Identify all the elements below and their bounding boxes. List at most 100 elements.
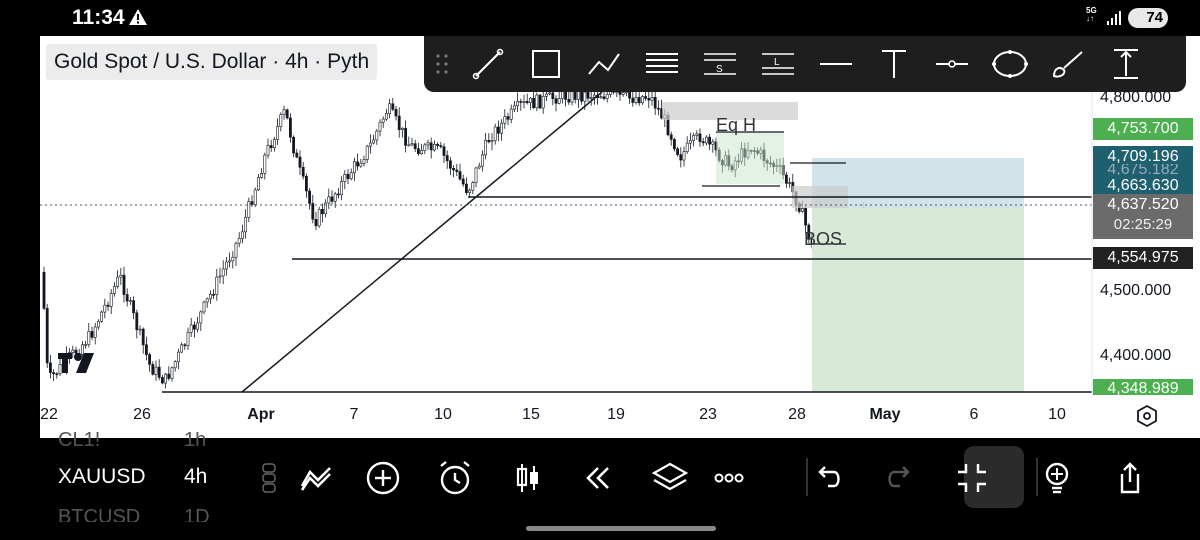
candle-body — [432, 144, 436, 151]
candle-body — [151, 364, 155, 375]
drawings-icon[interactable] — [296, 456, 340, 500]
replay-icon[interactable] — [576, 456, 620, 500]
candle-body — [471, 182, 475, 191]
status-clock: 11:34 — [72, 6, 125, 29]
bos-label: BOS — [804, 229, 842, 249]
profit-zone[interactable] — [812, 208, 1024, 392]
watchlist-handle-icon[interactable] — [262, 463, 276, 493]
candle-body — [618, 91, 622, 95]
candle-body — [333, 193, 337, 202]
price-range-icon[interactable] — [1106, 44, 1146, 84]
price-chart[interactable]: Eq H BOS — [40, 36, 1200, 438]
date-label: 23 — [699, 406, 717, 423]
candle-body — [260, 173, 264, 178]
share-icon[interactable] — [1108, 456, 1152, 500]
candle-body — [180, 344, 184, 353]
candle-body — [461, 178, 465, 185]
candle-body — [356, 161, 360, 167]
trend-line[interactable] — [241, 91, 603, 393]
alert-icon[interactable] — [433, 456, 477, 500]
drag-handle-icon[interactable] — [434, 52, 450, 76]
candle-body — [304, 175, 308, 192]
trend-line-icon[interactable] — [468, 44, 508, 84]
candle-body — [688, 140, 692, 144]
reset-scale-icon[interactable] — [1137, 404, 1157, 428]
candle-body — [135, 312, 139, 331]
candle-body — [628, 91, 632, 99]
candle-body — [484, 139, 488, 156]
candle-body — [420, 150, 424, 154]
bottom-price-tag[interactable]: 4,348.989 — [1093, 379, 1193, 395]
date-label: 26 — [133, 406, 151, 423]
date-label: Apr — [247, 406, 275, 423]
brush-icon[interactable] — [1048, 44, 1088, 84]
svg-text:L: L — [774, 57, 780, 68]
candle-body — [196, 322, 200, 330]
date-label: 10 — [434, 406, 452, 423]
fullscreen-exit-icon[interactable] — [950, 456, 994, 500]
candle-body — [87, 331, 91, 345]
symbol-title: Gold Spot / U.S. Dollar · 4h · Pyth — [54, 50, 370, 73]
short-position-icon[interactable]: S — [700, 44, 740, 84]
candle-body — [404, 127, 408, 146]
battery-level: 74 — [1146, 9, 1163, 26]
text-icon[interactable] — [874, 44, 914, 84]
redo-icon[interactable] — [878, 456, 922, 500]
horizontal-ray-icon[interactable] — [932, 44, 972, 84]
candle-body — [436, 144, 440, 146]
horizontal-line-icon[interactable] — [816, 44, 856, 84]
eq-high-zone[interactable] — [716, 132, 784, 184]
candle-body — [282, 109, 286, 115]
candle-body — [541, 96, 545, 109]
support-price-tag[interactable]: 4,554.975 — [1093, 247, 1193, 269]
candle-body — [368, 142, 372, 147]
layers-icon[interactable] — [648, 456, 692, 500]
rectangle-icon[interactable] — [526, 44, 566, 84]
candle-body — [429, 142, 433, 151]
candle-body — [474, 167, 478, 183]
candle-body — [193, 324, 196, 330]
candle-body — [253, 189, 257, 205]
candle-body — [378, 121, 382, 132]
candle-body — [359, 163, 363, 167]
undo-icon[interactable] — [806, 456, 850, 500]
candle-body — [394, 109, 398, 117]
candle-body — [599, 96, 603, 99]
candle-body — [215, 276, 219, 295]
candle-body — [391, 103, 395, 110]
candle-body — [161, 377, 164, 384]
candle-body — [509, 108, 513, 120]
add-icon[interactable] — [361, 456, 405, 500]
svg-text:S: S — [716, 64, 723, 75]
candle-body — [711, 141, 715, 145]
candle-body — [682, 151, 686, 161]
candle-body — [154, 366, 158, 375]
date-label: 15 — [522, 406, 540, 423]
date-label: May — [869, 406, 901, 423]
candle-body — [80, 344, 84, 355]
current-price-tag: 4,637.520 02:25:29 — [1093, 194, 1193, 239]
price-label: 4,500.000 — [1100, 282, 1172, 299]
home-indicator[interactable] — [526, 526, 716, 531]
target-price-tag[interactable]: 4,753.700 — [1093, 118, 1193, 140]
path-icon[interactable] — [584, 44, 624, 84]
candle-body — [519, 101, 523, 103]
candle-body — [384, 113, 388, 120]
candle-type-icon[interactable] — [506, 456, 550, 500]
long-position-icon[interactable]: L — [758, 44, 798, 84]
parallel-channel-icon[interactable] — [642, 44, 682, 84]
candle-body — [311, 203, 315, 220]
candle-body — [548, 92, 552, 95]
candle-body — [589, 96, 593, 99]
ideas-icon[interactable] — [1035, 456, 1079, 500]
ellipse-icon[interactable] — [990, 44, 1030, 84]
symbol-title-box[interactable]: Gold Spot / U.S. Dollar · 4h · Pyth — [46, 44, 378, 80]
candle-body — [100, 311, 104, 322]
candle-body — [528, 97, 532, 104]
candle-body — [237, 238, 241, 244]
candle-body — [381, 118, 385, 123]
candle-body — [516, 101, 520, 107]
more-icon[interactable] — [707, 456, 751, 500]
candle-body — [103, 304, 107, 313]
candle-body — [225, 261, 228, 270]
